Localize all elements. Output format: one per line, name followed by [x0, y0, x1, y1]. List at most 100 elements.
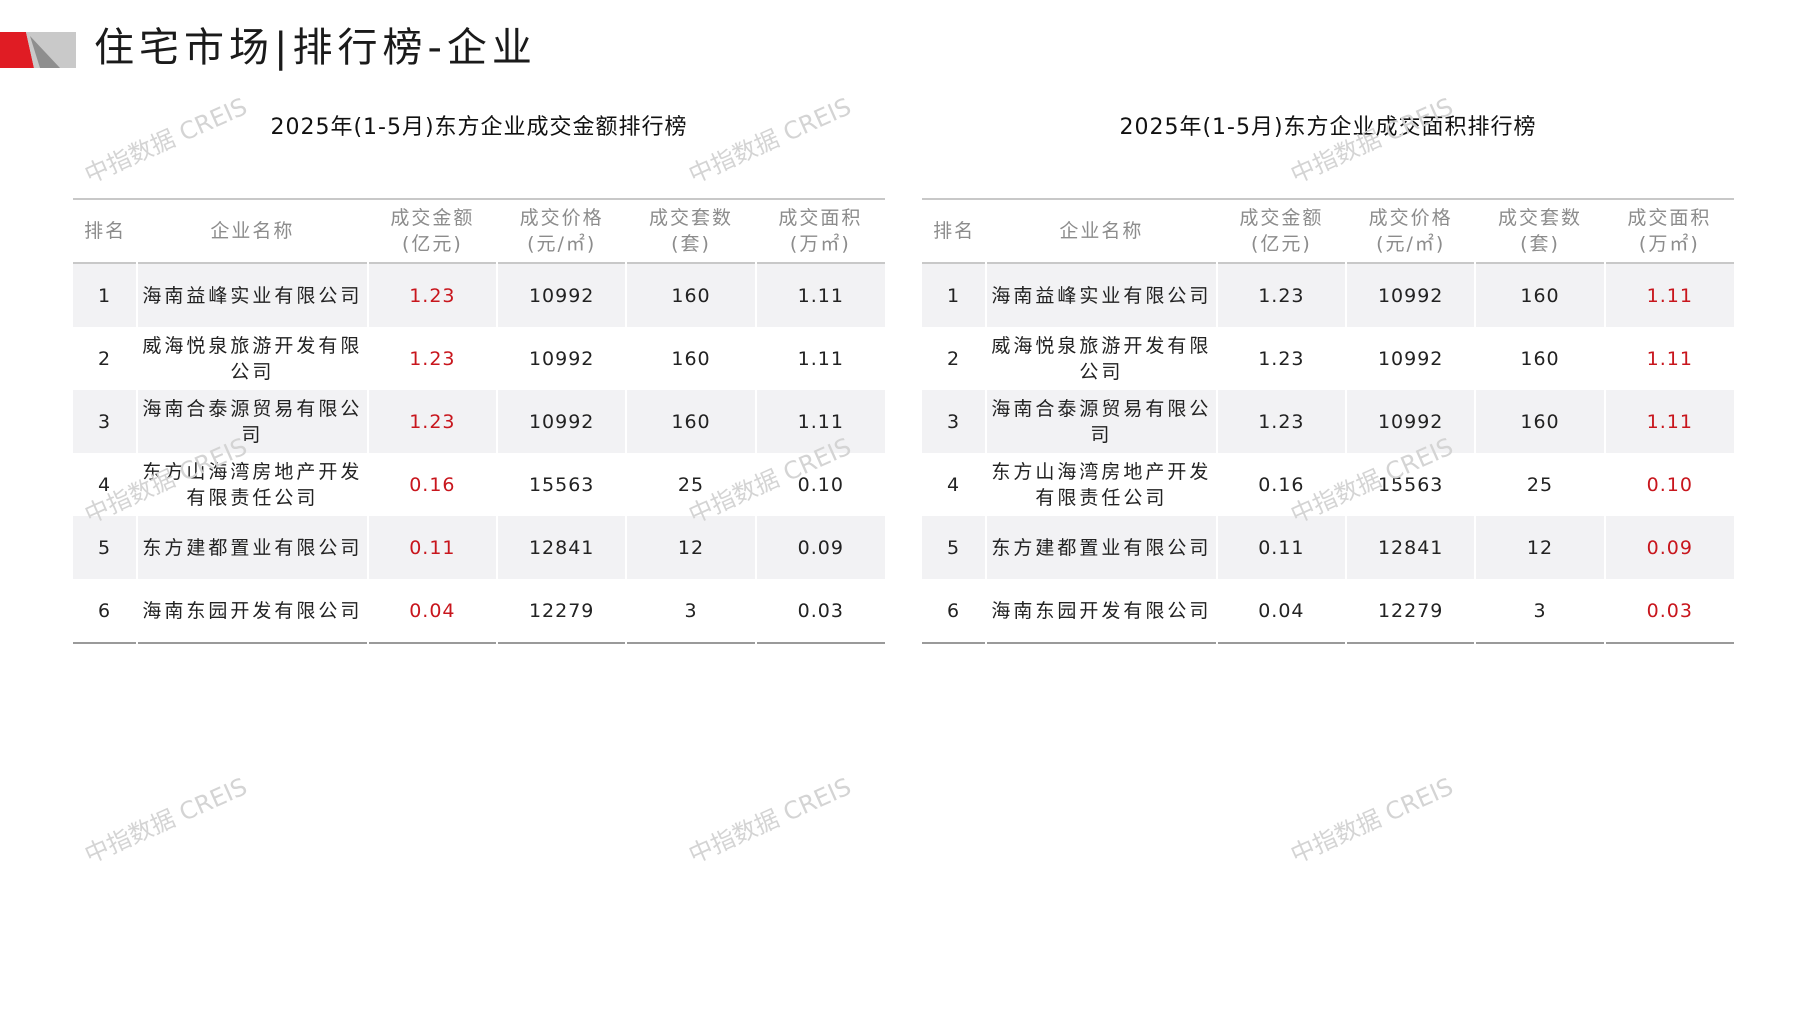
table-row: 4 东方山海湾房地产开发有限责任公司 0.16 15563 25 0.10 [73, 453, 885, 516]
cell-price: 12279 [497, 579, 628, 643]
cell-price: 10992 [1346, 390, 1477, 453]
cell-company: 海南合泰源贸易有限公司 [137, 390, 369, 453]
cell-rank: 6 [922, 579, 988, 643]
table-row: 6 海南东园开发有限公司 0.04 12279 3 0.03 [922, 579, 1734, 643]
table-row: 3 海南合泰源贸易有限公司 1.23 10992 160 1.11 [73, 390, 885, 453]
table-row: 5 东方建都置业有限公司 0.11 12841 12 0.09 [73, 516, 885, 579]
cell-price: 10992 [497, 390, 628, 453]
area-ranking-table: 排名 企业名称 成交金额 (亿元) 成交价格 (元/㎡) 成交套数 (套) 成交面积 (万… [922, 198, 1734, 644]
brand-logo-icon [0, 32, 76, 68]
table-row: 5 东方建都置业有限公司 0.11 12841 12 0.09 [922, 516, 1734, 579]
table-header: 排名 企业名称 成交金额 (亿元) 成交价格 (元/㎡) 成交套数 (套) 成交面积 (万… [73, 199, 885, 263]
cell-rank: 3 [922, 390, 988, 453]
column-header-price: 成交价格 (元/㎡) [519, 207, 604, 255]
cell-area: 0.09 [1604, 516, 1734, 579]
cell-rank: 4 [922, 453, 988, 516]
cell-units: 25 [1475, 453, 1606, 516]
cell-rank: 2 [922, 327, 988, 390]
watermark: 中指数据 CREIS [80, 772, 252, 870]
cell-area: 0.10 [1646, 473, 1693, 496]
cell-amount: 0.04 [367, 579, 499, 643]
cell-amount: 0.11 [1216, 516, 1348, 579]
cell-company: 海南东园开发有限公司 [986, 579, 1218, 643]
column-header-amount: 成交金额 (亿元) [1239, 207, 1324, 255]
cell-area: 0.03 [797, 599, 844, 622]
amount-ranking-title: 2025年(1-5月)东方企业成交金额排行榜 [270, 115, 688, 140]
cell-rank: 2 [73, 327, 139, 390]
cell-units: 160 [1475, 327, 1606, 390]
cell-units: 25 [626, 453, 757, 516]
cell-area: 1.11 [755, 263, 885, 327]
table-body: 1 海南益峰实业有限公司 1.23 10992 160 1.11 2 威海悦泉旅游开发有限公司… [73, 263, 885, 643]
area-ranking-panel: 2025年(1-5月)东方企业成交面积排行榜 排名 企业名称 成交金额 (亿元) 成交… [922, 108, 1734, 644]
amount-ranking-table: 排名 企业名称 成交金额 (亿元) 成交价格 (元/㎡) 成交套数 (套) 成交面积 (万… [73, 198, 885, 644]
cell-rank: 3 [73, 390, 139, 453]
cell-area: 1.11 [755, 390, 885, 453]
table-row: 1 海南益峰实业有限公司 1.23 10992 160 1.11 [73, 263, 885, 327]
cell-units: 12 [626, 516, 757, 579]
cell-area: 1.11 [797, 347, 844, 370]
cell-company: 东方山海湾房地产开发有限责任公司 [137, 453, 369, 516]
column-header-units: 成交套数 (套) [1497, 207, 1582, 255]
cell-company: 海南东园开发有限公司 [137, 579, 369, 643]
page-title: 住宅市场|排行榜-企业 [94, 25, 537, 71]
cell-amount: 1.23 [1216, 390, 1348, 453]
cell-amount: 0.16 [367, 453, 499, 516]
column-header-units: 成交套数 (套) [648, 207, 733, 255]
cell-amount: 1.23 [367, 327, 499, 390]
cell-company: 威海悦泉旅游开发有限公司 [986, 327, 1218, 390]
cell-price: 10992 [497, 327, 628, 390]
cell-amount: 1.23 [1216, 263, 1348, 327]
cell-price: 15563 [497, 453, 628, 516]
table-body: 1 海南益峰实业有限公司 1.23 10992 160 1.11 2 威海悦泉旅游开发有限公司… [922, 263, 1734, 643]
column-header-area: 成交面积 (万㎡) [778, 207, 863, 255]
cell-area: 0.03 [1646, 599, 1693, 622]
cell-price: 10992 [1346, 263, 1477, 327]
cell-area: 1.11 [1646, 347, 1693, 370]
column-header-rank: 排名 [84, 220, 127, 242]
area-ranking-title: 2025年(1-5月)东方企业成交面积排行榜 [1119, 115, 1537, 140]
cell-amount: 0.16 [1216, 453, 1348, 516]
column-header-rank: 排名 [933, 220, 976, 242]
cell-amount: 0.04 [1216, 579, 1348, 643]
cell-rank: 5 [73, 516, 139, 579]
cell-units: 160 [1475, 263, 1606, 327]
cell-price: 15563 [1346, 453, 1477, 516]
column-header-amount: 成交金额 (亿元) [390, 207, 475, 255]
cell-amount: 1.23 [1216, 327, 1348, 390]
watermark: 中指数据 CREIS [684, 772, 856, 870]
cell-company: 东方建都置业有限公司 [986, 516, 1218, 579]
cell-units: 160 [626, 390, 757, 453]
cell-price: 12841 [497, 516, 628, 579]
cell-units: 160 [626, 263, 757, 327]
cell-rank: 5 [922, 516, 988, 579]
cell-price: 12841 [1346, 516, 1477, 579]
table-header: 排名 企业名称 成交金额 (亿元) 成交价格 (元/㎡) 成交套数 (套) 成交面积 (万… [922, 199, 1734, 263]
table-row: 1 海南益峰实业有限公司 1.23 10992 160 1.11 [922, 263, 1734, 327]
cell-rank: 4 [73, 453, 139, 516]
cell-rank: 1 [73, 263, 139, 327]
cell-amount: 0.11 [367, 516, 499, 579]
cell-price: 10992 [497, 263, 628, 327]
header-row: 排名 企业名称 成交金额 (亿元) 成交价格 (元/㎡) 成交套数 (套) 成交面积 (万… [922, 199, 1734, 263]
column-header-company: 企业名称 [210, 220, 295, 242]
cell-company: 海南合泰源贸易有限公司 [986, 390, 1218, 453]
cell-amount: 1.23 [367, 390, 499, 453]
table-row: 2 威海悦泉旅游开发有限公司 1.23 10992 160 1.11 [73, 327, 885, 390]
column-header-area: 成交面积 (万㎡) [1627, 207, 1712, 255]
cell-units: 160 [626, 327, 757, 390]
cell-price: 12279 [1346, 579, 1477, 643]
table-row: 3 海南合泰源贸易有限公司 1.23 10992 160 1.11 [922, 390, 1734, 453]
table-row: 6 海南东园开发有限公司 0.04 12279 3 0.03 [73, 579, 885, 643]
cell-price: 10992 [1346, 327, 1477, 390]
cell-area: 1.11 [1604, 390, 1734, 453]
watermark: 中指数据 CREIS [1286, 772, 1458, 870]
cell-units: 3 [626, 579, 757, 643]
column-header-price: 成交价格 (元/㎡) [1368, 207, 1453, 255]
amount-ranking-panel: 2025年(1-5月)东方企业成交金额排行榜 排名 企业名称 成交金额 (亿元) 成交… [73, 108, 885, 644]
table-row: 2 威海悦泉旅游开发有限公司 1.23 10992 160 1.11 [922, 327, 1734, 390]
table-row: 4 东方山海湾房地产开发有限责任公司 0.16 15563 25 0.10 [922, 453, 1734, 516]
cell-company: 东方建都置业有限公司 [137, 516, 369, 579]
column-header-company: 企业名称 [1059, 220, 1144, 242]
header-row: 排名 企业名称 成交金额 (亿元) 成交价格 (元/㎡) 成交套数 (套) 成交面积 (万… [73, 199, 885, 263]
